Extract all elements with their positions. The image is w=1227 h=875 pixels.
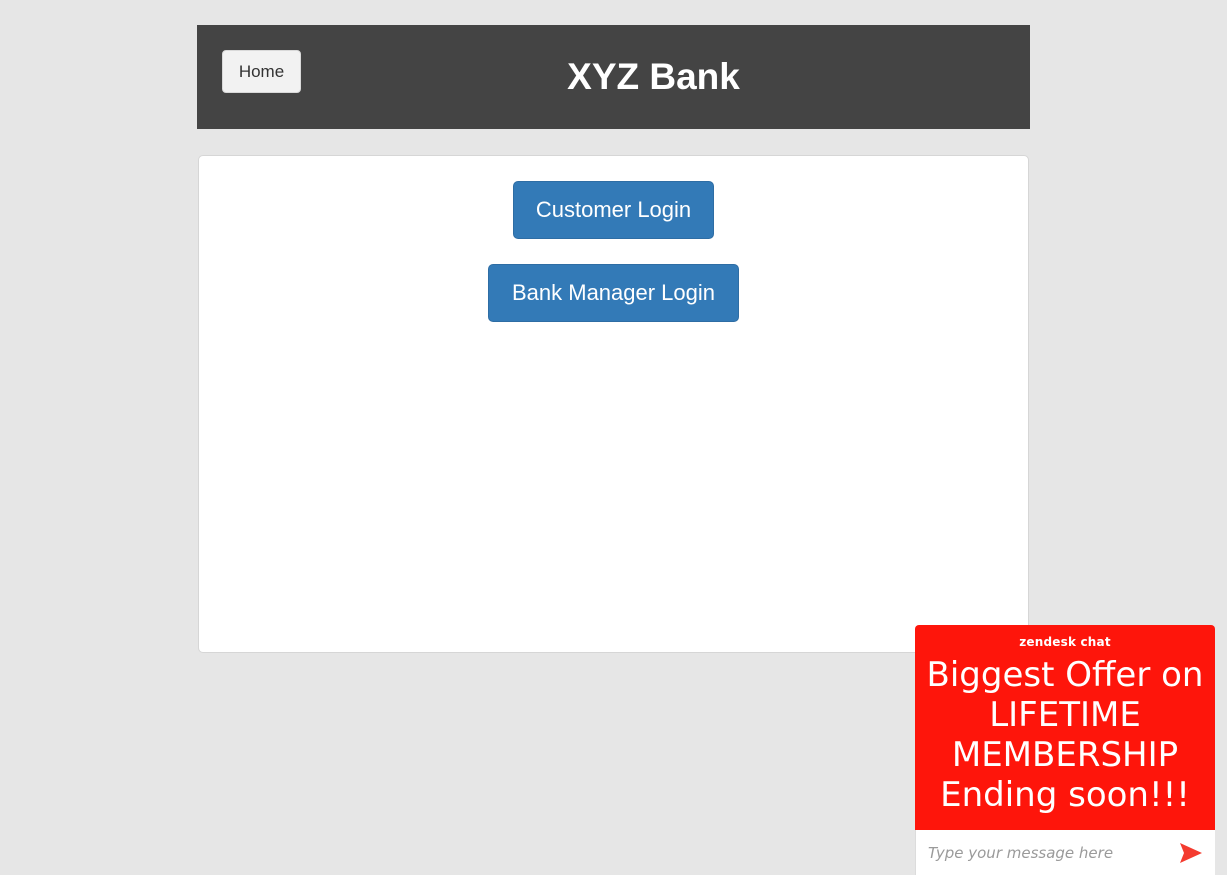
bank-manager-login-button[interactable]: Bank Manager Login <box>488 264 739 322</box>
main-heading: Home XYZ Bank <box>197 25 1030 129</box>
chat-message-input[interactable] <box>928 840 1168 866</box>
chat-widget[interactable]: zendesk chat Biggest Offer on LIFETIME M… <box>915 625 1215 875</box>
chat-offer-text: Biggest Offer on LIFETIME MEMBERSHIP End… <box>926 655 1204 815</box>
customer-login-button[interactable]: Customer Login <box>513 181 714 239</box>
page-title: XYZ Bank <box>567 56 740 97</box>
chat-brand-label: zendesk chat <box>1019 635 1111 649</box>
send-arrow-icon[interactable] <box>1178 840 1204 866</box>
chat-input-row <box>915 830 1215 875</box>
login-panel: Customer Login Bank Manager Login <box>198 155 1029 653</box>
